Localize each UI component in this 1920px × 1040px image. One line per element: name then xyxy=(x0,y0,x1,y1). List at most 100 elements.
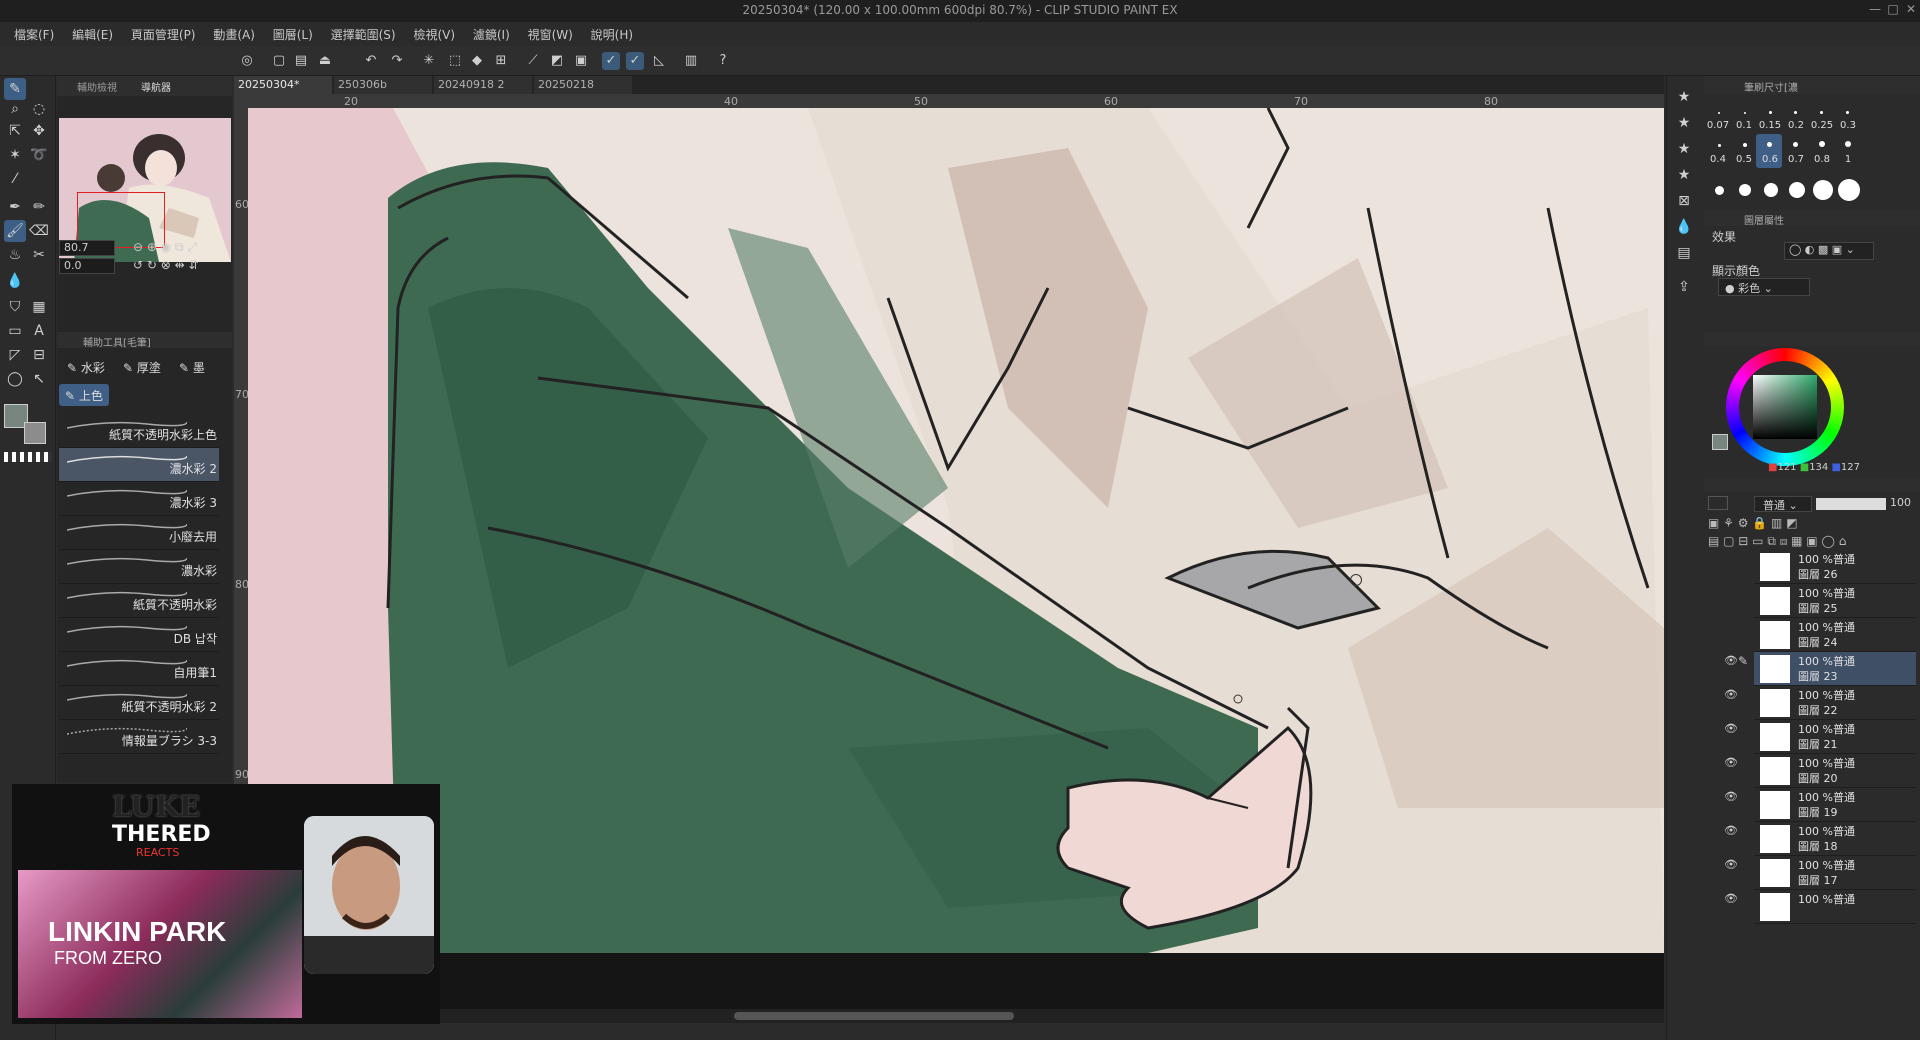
opacity-value[interactable]: 100 xyxy=(1890,496,1911,509)
layer-row[interactable]: 100 %普通 圖層 25 xyxy=(1754,584,1916,618)
menu-view[interactable]: 檢視(V) xyxy=(413,26,455,43)
subtool-group-thick[interactable]: ✎ 厚塗 xyxy=(117,356,167,378)
help-icon[interactable]: ? xyxy=(714,52,732,70)
blend-icon[interactable]: 💧 xyxy=(4,270,26,292)
effect-buttons[interactable]: ◯ ◐ ▩ ▣ ⌄ xyxy=(1784,242,1874,260)
menu-file[interactable]: 檔案(F) xyxy=(14,26,54,43)
sub-color-swatch[interactable] xyxy=(24,422,46,444)
eye-icon[interactable]: 👁 xyxy=(1724,756,1738,770)
size-dot[interactable] xyxy=(1715,186,1724,195)
size-dot[interactable] xyxy=(1819,141,1825,147)
magic-wand-icon[interactable]: ✶ xyxy=(4,144,26,166)
eraser-icon[interactable]: ⌫ xyxy=(28,220,50,242)
brush-item[interactable]: DB 납작 xyxy=(59,618,219,652)
layer-row[interactable]: 100 %普通 圖層 20 xyxy=(1754,754,1916,788)
eye-icon[interactable]: 👁 xyxy=(1724,688,1738,702)
airbrush-icon[interactable]: ♨ xyxy=(4,244,26,266)
menu-window[interactable]: 視窗(W) xyxy=(528,26,573,43)
layer-row-selected[interactable]: 100 %普通 圖層 23 xyxy=(1754,652,1916,686)
material-star-icon[interactable]: ★ xyxy=(1673,112,1695,134)
tab-sub-view[interactable]: 輔助檢視 xyxy=(77,79,117,94)
menu-filter[interactable]: 濾鏡(I) xyxy=(473,26,510,43)
zoom-icon[interactable]: ⌕ xyxy=(4,98,26,120)
reference-icon[interactable]: ▥ xyxy=(682,52,700,70)
material-star-icon[interactable]: ★ xyxy=(1673,164,1695,186)
open-icon[interactable]: ▤ xyxy=(292,52,310,70)
eye-icon[interactable]: 👁 xyxy=(1724,722,1738,736)
zoom-controls-icon[interactable]: ⊖ ⊕ ◉ ⧉ ⤢ xyxy=(133,240,197,255)
text-icon[interactable]: A xyxy=(28,320,50,342)
horizontal-scrollbar[interactable] xyxy=(234,1009,1664,1023)
brush-item[interactable]: 小廢去用 xyxy=(59,516,219,550)
history-icon[interactable]: ▤ xyxy=(1673,242,1695,264)
figure-icon[interactable]: ▭ xyxy=(4,320,26,342)
opacity-slider[interactable] xyxy=(1816,498,1886,510)
object-icon[interactable]: ⇱ xyxy=(4,120,26,142)
undo-icon[interactable]: ↶ xyxy=(362,52,380,70)
size-dot[interactable] xyxy=(1793,142,1798,147)
brush-item[interactable]: 紙質不透明水彩 xyxy=(59,584,219,618)
balloon-icon[interactable]: ◯ xyxy=(4,368,26,390)
lasso-icon[interactable]: ➰ xyxy=(28,144,50,166)
new-file-icon[interactable]: ▢ xyxy=(270,52,288,70)
brush-item[interactable]: 濃水彩 2 xyxy=(59,448,219,482)
size-dot[interactable] xyxy=(1794,111,1797,114)
eye-icon[interactable]: 👁 xyxy=(1724,654,1738,668)
size-dot[interactable] xyxy=(1769,111,1772,114)
material-star-icon[interactable]: ★ xyxy=(1673,138,1695,160)
doc-tab[interactable]: 20250218 xyxy=(534,76,632,94)
brush-item[interactable]: 濃水彩 3 xyxy=(59,482,219,516)
size-dot[interactable] xyxy=(1739,184,1751,196)
transform-icon[interactable]: ⊞ xyxy=(492,52,510,70)
gradient-icon[interactable]: ▦ xyxy=(28,296,50,318)
size-dot[interactable] xyxy=(1764,183,1778,197)
frame-icon[interactable]: ◸ xyxy=(4,344,26,366)
loading-icon[interactable]: ✳ xyxy=(420,52,438,70)
maximize-icon[interactable]: □ xyxy=(1884,2,1902,20)
layer-row[interactable]: 100 %普通 xyxy=(1754,890,1916,924)
layer-row[interactable]: 100 %普通 圖層 18 xyxy=(1754,822,1916,856)
layer-row[interactable]: 100 %普通 圖層 24 xyxy=(1754,618,1916,652)
material-star-icon[interactable]: ★ xyxy=(1673,86,1695,108)
brush-item[interactable]: 濃水彩 xyxy=(59,550,219,584)
size-dot[interactable] xyxy=(1838,179,1860,201)
minimize-icon[interactable]: — xyxy=(1866,2,1884,20)
layer-row[interactable]: 100 %普通 圖層 22 xyxy=(1754,686,1916,720)
fill-icon[interactable]: ◆ xyxy=(468,52,486,70)
snap-grid-icon[interactable]: ◺ xyxy=(650,52,668,70)
menu-edit[interactable]: 編輯(E) xyxy=(72,26,113,43)
brush-item[interactable]: 紙質不透明水彩 2 xyxy=(59,686,219,720)
clear-outside-icon[interactable]: ◩ xyxy=(548,52,566,70)
layer-row[interactable]: 100 %普通 圖層 26 xyxy=(1754,550,1916,584)
close-icon[interactable]: ✕ xyxy=(1902,2,1920,20)
fill-bucket-icon[interactable]: ⛉ xyxy=(4,296,26,318)
snap-special-icon[interactable]: ✓ xyxy=(626,52,644,70)
subtool-group-watercolor[interactable]: ✎ 水彩 xyxy=(61,356,111,378)
layer-lock-icons[interactable]: ▣ ⚘ ⚙ 🔒 ▥ ◩ xyxy=(1708,516,1798,530)
menu-page[interactable]: 頁面管理(P) xyxy=(131,26,196,43)
eyedropper-icon[interactable]: ⁄ xyxy=(4,168,26,190)
drops-icon[interactable]: 💧 xyxy=(1673,216,1695,238)
ruler-toggle-icon[interactable]: ▣ xyxy=(572,52,590,70)
lasso-select-icon[interactable]: ◌ xyxy=(28,98,50,120)
layer-row[interactable]: 100 %普通 圖層 21 xyxy=(1754,720,1916,754)
size-dot[interactable] xyxy=(1813,180,1833,200)
clear-icon[interactable]: ⟋ xyxy=(524,52,542,70)
subtool-group-coloring[interactable]: ✎ 上色 xyxy=(59,384,109,406)
menu-selection[interactable]: 選擇範圍(S) xyxy=(331,26,396,43)
drawing-canvas[interactable] xyxy=(248,108,1664,1018)
blend-mode-select[interactable]: 普通 ⌄ xyxy=(1754,496,1812,512)
tab-navigator[interactable]: 導航器 xyxy=(141,79,171,94)
scroll-thumb[interactable] xyxy=(734,1012,1014,1020)
layer-row[interactable]: 100 %普通 圖層 17 xyxy=(1754,856,1916,890)
layer-row[interactable]: 100 %普通 圖層 19 xyxy=(1754,788,1916,822)
eye-icon[interactable]: 👁 xyxy=(1724,892,1738,906)
size-dot[interactable] xyxy=(1820,111,1823,114)
size-dot[interactable] xyxy=(1845,141,1851,147)
layer-folder-icon[interactable] xyxy=(1708,496,1728,510)
pen-icon[interactable]: ✒ xyxy=(4,196,26,218)
eye-icon[interactable]: 👁 xyxy=(1724,858,1738,872)
size-dot[interactable] xyxy=(1744,112,1746,114)
menu-layer[interactable]: 圖層(L) xyxy=(273,26,313,43)
zoom-value[interactable]: 80.7 xyxy=(59,240,115,256)
